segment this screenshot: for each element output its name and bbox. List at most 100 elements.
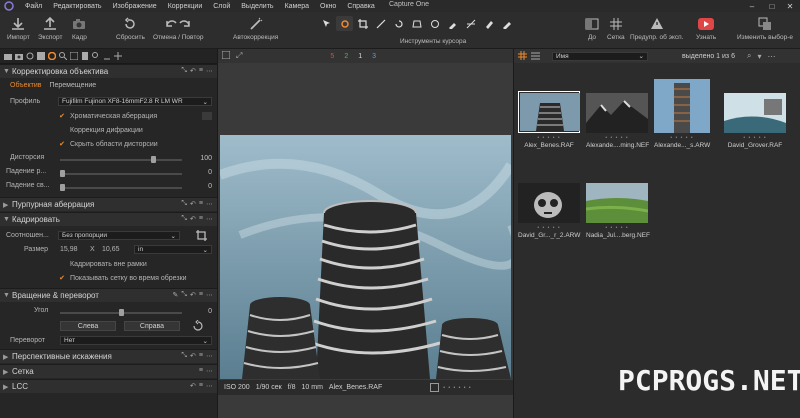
green-counter[interactable]: 2 [344,53,348,60]
grid-button[interactable]: Сетка [607,15,625,41]
reset-section-icon[interactable]: ↶ [190,200,196,208]
grid-view-icon[interactable] [518,50,527,62]
rotate-left-button[interactable]: Слева [60,321,116,331]
copy-icon[interactable]: ⤡ [181,67,187,75]
more-icon[interactable]: ⋯ [767,52,775,61]
rating-counter[interactable]: 5 [330,53,334,60]
chromatic-options-button[interactable] [202,112,212,120]
menu-icon[interactable]: ≡ [199,367,203,375]
menu-camera[interactable]: Камера [285,3,309,10]
menu-help[interactable]: Справка [347,3,374,10]
main-photo[interactable] [220,135,511,379]
thumbnail-item[interactable]: • • • • • David_Grover.RAF [724,93,786,149]
reset-section-icon[interactable]: ↶ [190,382,196,390]
copy-icon[interactable]: ⤡ [181,215,187,223]
slider-handle[interactable] [118,309,124,316]
folder-tab-icon[interactable] [3,52,12,61]
checkbox-empty-icon[interactable] [58,260,66,268]
hide-distortion-row[interactable]: ✔ Скрыть области дисторсии [58,140,158,149]
output-tab-icon[interactable] [102,52,111,61]
keystone-cursor-icon[interactable] [408,16,425,31]
list-view-icon[interactable] [531,51,540,62]
exposure-warning-button[interactable]: Предупр. об эксп. [630,15,684,41]
checkbox-empty-icon[interactable] [58,126,66,134]
thumbnail-item[interactable]: • • • • • Alexande....ming.NEF [586,93,649,149]
undo-redo-button[interactable]: Отмена / Повтор [153,15,203,41]
autocorrect-button[interactable]: Автокоррекция [233,15,278,41]
color-tab-icon[interactable] [47,52,56,61]
sort-select[interactable]: Имя ⌄ [552,51,648,61]
blue-counter[interactable]: 3 [372,53,376,60]
thumbnail-item[interactable]: • • • • • Nadia_Jul....berg.NEF [586,183,650,239]
menu-icon[interactable]: ≡ [199,291,203,299]
maximize-icon[interactable]: □ [762,0,782,12]
search-tab-icon[interactable] [91,52,100,61]
menu-window[interactable]: Окно [320,3,336,10]
lcc-header[interactable]: ▶ LCC ↶ ≡ ⋯ [0,379,217,393]
menu-icon[interactable]: ≡ [199,352,203,360]
learn-button[interactable]: Узнать [696,15,716,41]
brush-cursor-icon[interactable] [444,16,461,31]
crop-outside-row[interactable]: Кадрировать вне рамки [58,260,147,268]
menu-image[interactable]: Изображение [113,3,157,10]
crop-width-field[interactable]: 15,98 [60,246,90,253]
fullscreen-icon[interactable]: ⤢ [236,51,242,61]
import-button[interactable]: Импорт [7,15,30,41]
reset-section-icon[interactable]: ↶ [190,352,196,360]
lens-tab-icon[interactable] [25,52,34,61]
checkmark-icon[interactable]: ✔ [58,140,66,148]
show-grid-row[interactable]: ✔ Показывать сетку во время обрезки [58,274,187,283]
profile-select[interactable]: Fujifilm Fujinon XF8-16mmF2.8 R LM WR ⌄ [58,97,212,106]
falloff-r-slider[interactable] [60,170,182,177]
copy-icon[interactable]: ⤡ [181,291,187,299]
details-tab-icon[interactable] [58,52,67,61]
pen-icon[interactable]: ✎ [173,291,179,299]
chromatic-aberration-row[interactable]: ✔ Хроматическая аберрация [58,112,157,121]
lens-correction-header[interactable]: ▼ Корректировка объектива ⤡ ↶ ≡ ⋯ [0,64,217,78]
perspective-header[interactable]: ▶ Перспективные искажения ⤡ ↶ ≡ ⋯ [0,349,217,363]
slider-handle[interactable] [60,170,65,177]
more-icon[interactable]: ⋯ [206,67,213,75]
checkmark-icon[interactable]: ✔ [58,112,66,120]
more-icon[interactable]: ⋯ [206,291,213,299]
layers-tab-icon[interactable] [36,52,45,61]
flip-select[interactable]: Нет ⌄ [60,336,212,345]
reset-section-icon[interactable]: ↶ [190,67,196,75]
thumbnail-item[interactable]: • • • • • David_Gr..._r_2.ARW [518,183,580,239]
minimize-icon[interactable]: – [742,0,762,12]
rotation-header[interactable]: ▼ Вращение & переворот ✎ ⤡ ↶ ≡ ⋯ [0,288,217,302]
reset-section-icon[interactable]: ↶ [190,215,196,223]
purple-fringing-header[interactable]: ▶ Пурпурная аберрация ⤡ ↶ ≡ ⋯ [0,197,217,211]
distortion-value[interactable]: 100 [190,155,212,162]
checkmark-icon[interactable]: ✔ [58,274,66,282]
menu-edit[interactable]: Редактировать [53,3,101,10]
rotate-right-button[interactable]: Справа [124,321,180,331]
spot-cursor-icon[interactable] [426,16,443,31]
camera-tab-icon[interactable] [14,52,23,61]
slider-handle[interactable] [60,184,65,191]
menu-icon[interactable]: ≡ [199,67,203,75]
metadata-tab-icon[interactable] [80,52,89,61]
tab-lens[interactable]: Объектив [10,82,41,89]
thumbnail-item[interactable]: • • • • • Alexande..._s.ARW [654,79,710,149]
ratio-select[interactable]: Без пропорции ⌄ [58,231,180,240]
tab-movement[interactable]: Перемещение [49,82,96,89]
copy-icon[interactable]: ⤡ [181,352,187,360]
white-counter[interactable]: 1 [358,53,362,60]
rotate-free-icon[interactable] [192,319,204,332]
menu-icon[interactable]: ≡ [199,382,203,390]
viewer-layout-icon[interactable] [221,50,231,61]
unit-select[interactable]: in ⌄ [134,245,212,254]
straighten-cursor-icon[interactable] [372,16,389,31]
more-icon[interactable]: ⋯ [206,200,213,208]
crop-tool-icon[interactable] [196,230,208,241]
rating-dots[interactable]: • • • • • • [443,385,471,391]
before-button[interactable]: До [585,15,599,41]
slider-handle[interactable] [151,156,157,163]
menu-layer[interactable]: Слой [213,3,230,10]
export-button[interactable]: Экспорт [38,15,62,41]
crop-header[interactable]: ▼ Кадрировать ⤡ ↶ ≡ ⋯ [0,212,217,226]
select-checkbox[interactable] [430,383,440,392]
menu-select[interactable]: Выделить [241,3,273,10]
crop-cursor-icon[interactable] [354,16,371,31]
